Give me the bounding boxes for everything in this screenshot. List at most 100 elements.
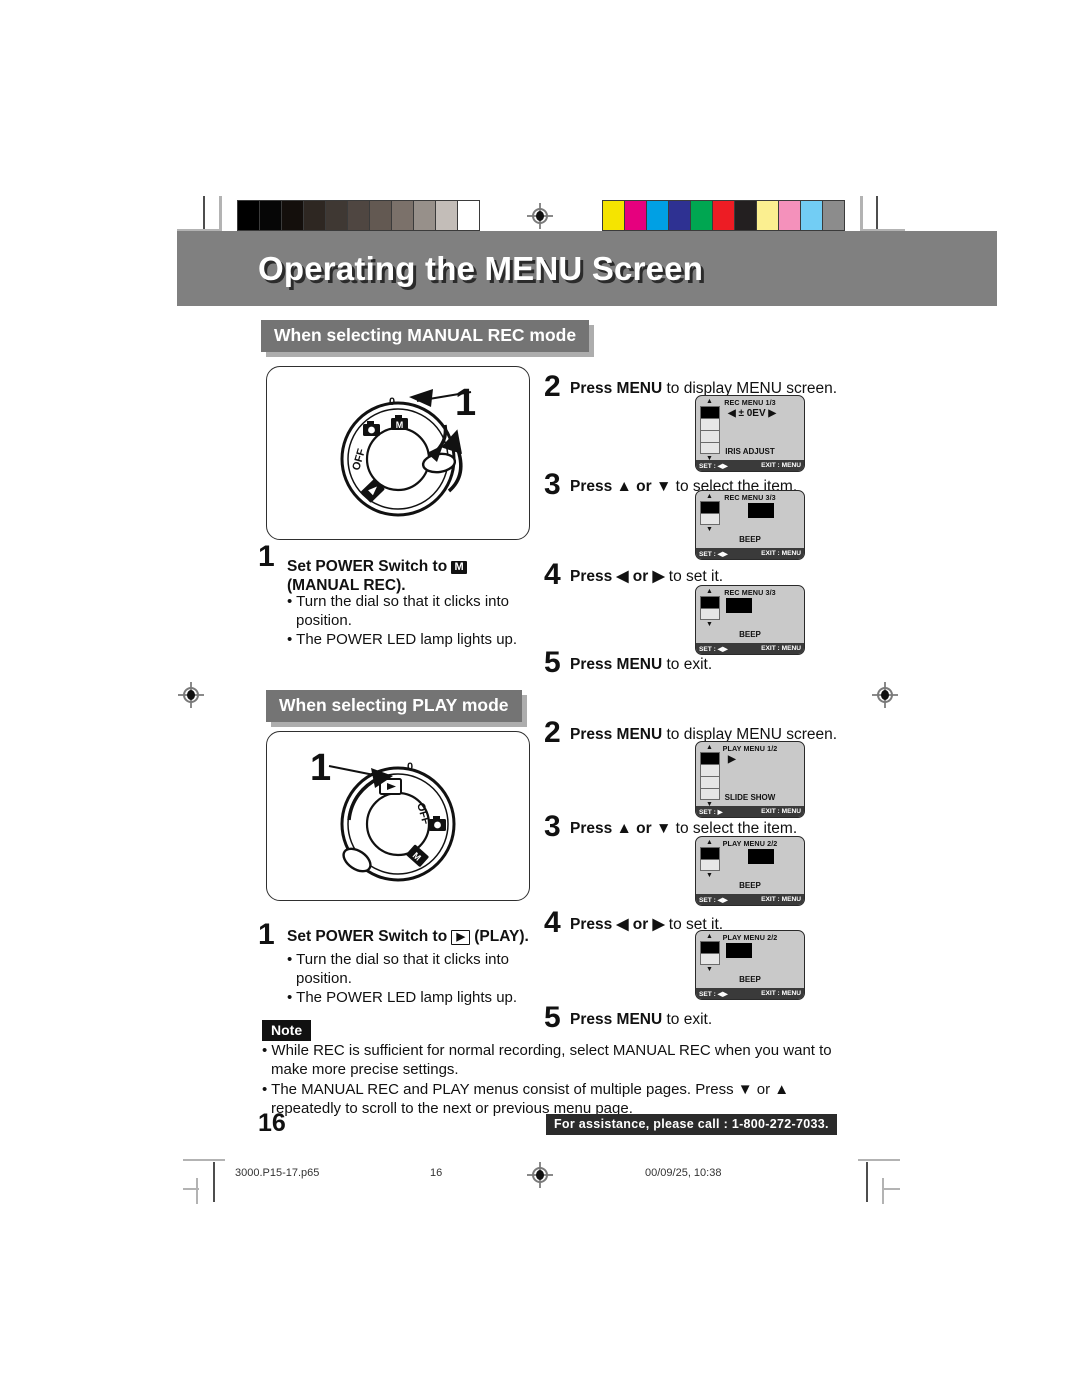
- lcd-item-column: [700, 847, 720, 871]
- play-mode-icon: ▶: [451, 930, 470, 945]
- step1-title-pre: Set POWER Switch to: [287, 558, 452, 575]
- lcd-menu-play-3: PLAY MENU 2/2 ▲ ▼ BEEP SET : ◀▶ EXIT : MENU: [695, 930, 805, 1000]
- lcd-set-hint: SET : ◀▶: [699, 463, 728, 470]
- lcd-item-cell[interactable]: [701, 407, 719, 419]
- lcd-set-hint: SET : ◀▶: [699, 897, 728, 904]
- page-number: 16: [258, 1109, 286, 1137]
- color-swatch: [712, 200, 735, 231]
- svg-text:M: M: [396, 420, 404, 430]
- lcd-item-cell[interactable]: [701, 609, 719, 621]
- lcd-item-cell[interactable]: [701, 597, 719, 609]
- color-swatch: [369, 200, 392, 231]
- step-number-2: 2: [544, 370, 561, 403]
- color-swatch: [457, 200, 480, 231]
- lcd-item-cell[interactable]: [701, 860, 719, 872]
- process-color-bar: [602, 200, 845, 231]
- lcd-status-bar: SET : ◀▶ EXIT : MENU: [696, 548, 804, 559]
- lcd-menu-play-2: PLAY MENU 2/2 ▲ ▼ BEEP SET : ◀▶ EXIT : MENU: [695, 836, 805, 906]
- lcd-exit-hint: EXIT : MENU: [761, 645, 801, 652]
- note-list: • While REC is sufficient for normal rec…: [262, 1042, 832, 1120]
- lcd-scroll-up-icon[interactable]: ▲: [706, 398, 713, 405]
- lcd-item-cell[interactable]: [701, 777, 719, 789]
- dial-callout-1: 1: [455, 382, 477, 424]
- manual-rec-mode-icon: M: [451, 561, 467, 574]
- step1-play-title-post: (PLAY).: [469, 928, 529, 945]
- crop-mark: [882, 1178, 884, 1204]
- lcd-status-bar: SET : ◀▶ EXIT : MENU: [696, 643, 804, 654]
- lcd-scroll-up-icon[interactable]: ▲: [706, 493, 713, 500]
- step5-text-manual-rec: Press MENU to exit.: [570, 656, 712, 675]
- manual-page: Operating the MENU Screen When selecting…: [0, 0, 1080, 1397]
- step-number-5: 5: [544, 646, 561, 679]
- color-swatch: [756, 200, 779, 231]
- lcd-item-column: [700, 501, 720, 525]
- registration-mark-right: [872, 682, 898, 708]
- lcd-setting-block[interactable]: [748, 849, 774, 864]
- dial-illustration-play: 0 OFF M: [266, 731, 530, 901]
- lcd-item-cell[interactable]: [701, 765, 719, 777]
- lcd-value: ◀ ± 0EV ▶: [728, 408, 777, 419]
- section-header-play: When selecting PLAY mode: [266, 690, 522, 722]
- lcd-status-bar: SET : ◀▶ EXIT : MENU: [696, 988, 804, 999]
- footer-page: 16: [430, 1167, 443, 1179]
- lcd-setting-block[interactable]: [726, 598, 752, 613]
- power-dial-play-svg: 0 OFF M: [328, 761, 456, 882]
- step1-bullets-manual-rec: • Turn the dial so that it clicks into p…: [287, 592, 532, 650]
- color-swatch: [734, 200, 757, 231]
- color-swatch: [602, 200, 625, 231]
- step-number-1: 1: [258, 540, 275, 573]
- crop-mark: [866, 1162, 868, 1202]
- lcd-item-cell[interactable]: [701, 942, 719, 954]
- note-badge: Note: [262, 1020, 312, 1041]
- lcd-scroll-up-icon[interactable]: ▲: [706, 933, 713, 940]
- lcd-scroll-up-icon[interactable]: ▲: [706, 588, 713, 595]
- lcd-item-cell[interactable]: [701, 431, 719, 443]
- lcd-item-cell[interactable]: [701, 753, 719, 765]
- color-swatch: [668, 200, 691, 231]
- color-swatch: [624, 200, 647, 231]
- lcd-exit-hint: EXIT : MENU: [761, 990, 801, 997]
- crop-mark: [183, 1188, 199, 1190]
- step-number-play-2: 2: [544, 716, 561, 749]
- lcd-setting-block[interactable]: [726, 943, 752, 958]
- lcd-item-cell[interactable]: [701, 848, 719, 860]
- crop-mark: [196, 1178, 198, 1204]
- lcd-setting-block[interactable]: [748, 503, 774, 518]
- lcd-item-cell[interactable]: [701, 419, 719, 431]
- step3-bold: Press ▲ or ▼: [570, 478, 672, 495]
- step3-play-bold: Press ▲ or ▼: [570, 820, 672, 837]
- lcd-scroll-down-icon[interactable]: ▼: [706, 872, 713, 879]
- step1-bullets-play: • Turn the dial so that it clicks into p…: [287, 950, 537, 1008]
- svg-text:0: 0: [407, 761, 413, 773]
- step3-play-rest: to select the item.: [671, 820, 798, 837]
- step1-title-manual-rec: Set POWER Switch to M (MANUAL REC).: [287, 558, 532, 596]
- step-number-4: 4: [544, 558, 561, 591]
- lcd-item-label: BEEP: [739, 881, 761, 890]
- bullet-item: • Turn the dial so that it clicks into p…: [287, 593, 510, 630]
- lcd-item-label: BEEP: [739, 630, 761, 639]
- lcd-set-hint: SET : ◀▶: [699, 991, 728, 998]
- step-number-play-1: 1: [258, 918, 275, 951]
- assistance-banner: For assistance, please call : 1-800-272-…: [546, 1114, 837, 1135]
- lcd-status-bar: SET : ◀▶ EXIT : MENU: [696, 894, 804, 905]
- crop-mark: [858, 1159, 900, 1161]
- lcd-scroll-down-icon[interactable]: ▼: [706, 526, 713, 533]
- lcd-item-cell[interactable]: [701, 514, 719, 526]
- lcd-scroll-up-icon[interactable]: ▲: [706, 744, 713, 751]
- color-swatch: [347, 200, 370, 231]
- step2-play-bold: Press MENU: [570, 726, 663, 743]
- step4-play-bold: Press ◀ or ▶: [570, 916, 665, 933]
- lcd-exit-hint: EXIT : MENU: [761, 896, 801, 903]
- lcd-scroll-up-icon[interactable]: ▲: [706, 839, 713, 846]
- lcd-item-cell[interactable]: [701, 954, 719, 966]
- registration-mark-bottom: [527, 1162, 553, 1188]
- lcd-scroll-down-icon[interactable]: ▼: [706, 621, 713, 628]
- color-swatch: [822, 200, 845, 231]
- color-swatch: [435, 200, 458, 231]
- lcd-exit-hint: EXIT : MENU: [761, 462, 801, 469]
- grayscale-color-bar: [237, 200, 480, 231]
- lcd-item-cell[interactable]: [701, 502, 719, 514]
- lcd-scroll-down-icon[interactable]: ▼: [706, 966, 713, 973]
- registration-mark-left: [178, 682, 204, 708]
- note-item: • While REC is sufficient for normal rec…: [262, 1042, 832, 1078]
